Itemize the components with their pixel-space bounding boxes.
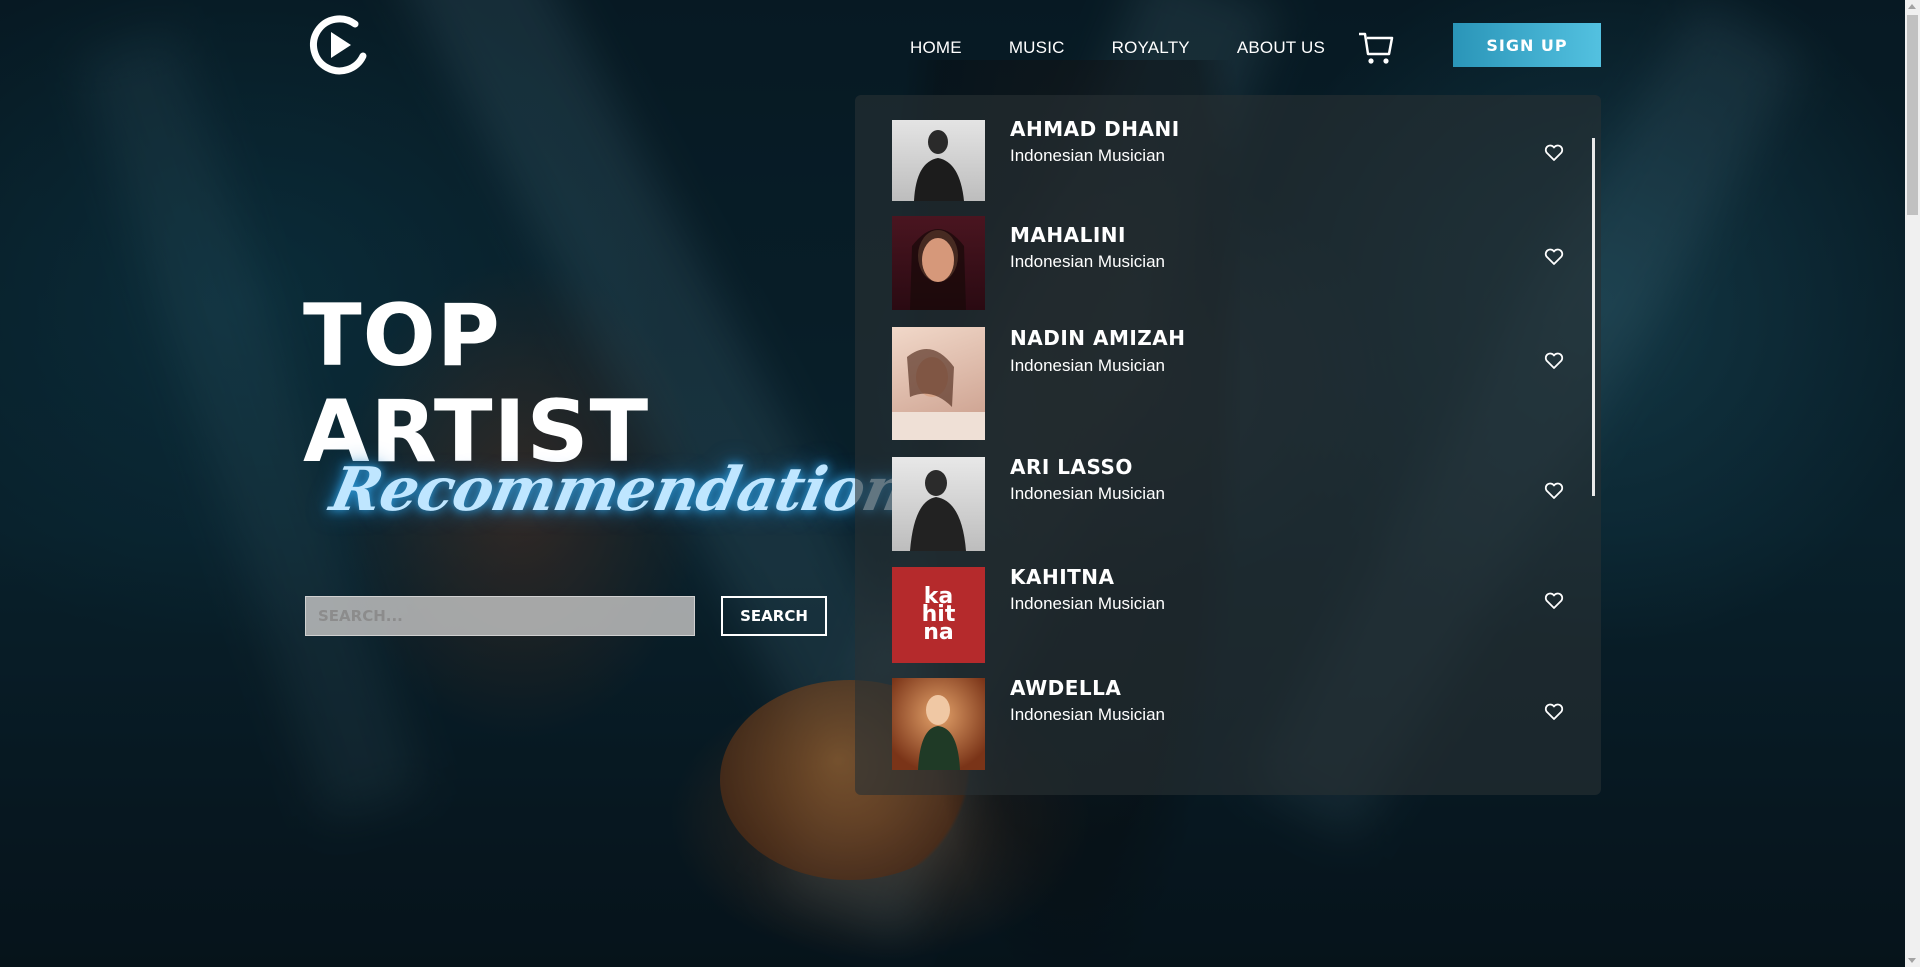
artist-name: KAHITNA [1010,565,1115,589]
artist-role: Indonesian Musician [1010,594,1165,613]
artist-role: Indonesian Musician [1010,146,1165,165]
artist-role: Indonesian Musician [1010,484,1165,503]
cart-icon[interactable] [1356,28,1396,68]
artist-list-scrollbar[interactable] [1592,138,1595,496]
search-button[interactable]: SEARCH [721,596,827,636]
artist-item[interactable]: AWDELLA Indonesian Musician [855,676,1601,770]
nav-about-us[interactable]: ABOUT US [1237,38,1325,58]
scroll-down-arrow-icon[interactable] [1908,958,1916,963]
artist-logo: ka hit na [892,567,985,663]
artist-photo [892,327,985,440]
artist-photo [892,678,985,770]
artist-name: NADIN AMIZAH [1010,326,1186,350]
nav-music[interactable]: MUSIC [1009,38,1065,58]
heart-icon[interactable] [1544,592,1566,612]
page-scrollbar-thumb[interactable] [1907,15,1918,215]
page-scrollbar[interactable] [1905,0,1920,967]
artist-photo [892,457,985,551]
search-input[interactable] [305,596,695,636]
heart-icon[interactable] [1544,352,1566,372]
artist-item[interactable]: MAHALINI Indonesian Musician [855,216,1601,310]
artist-photo [892,120,985,201]
heart-icon[interactable] [1544,144,1566,164]
hero-title-line1: TOP [303,286,501,386]
artist-role: Indonesian Musician [1010,356,1165,375]
nav-royalty[interactable]: ROYALTY [1112,38,1190,58]
heart-icon[interactable] [1544,703,1566,723]
artist-photo [892,216,985,310]
heart-icon[interactable] [1544,482,1566,502]
artist-item[interactable]: ka hit na KAHITNA Indonesian Musician [855,565,1601,663]
main-nav: HOME MUSIC ROYALTY ABOUT US [910,38,1372,58]
artist-role: Indonesian Musician [1010,252,1165,271]
artist-name: AWDELLA [1010,676,1122,700]
artist-list-panel[interactable]: AHMAD DHANI Indonesian Musician MAHALINI… [855,95,1601,795]
artist-item[interactable]: NADIN AMIZAH Indonesian Musician [855,326,1601,440]
artist-name: MAHALINI [1010,223,1126,247]
scroll-up-arrow-icon[interactable] [1908,4,1916,9]
nav-home[interactable]: HOME [910,38,962,58]
artist-name: ARI LASSO [1010,455,1133,479]
artist-role: Indonesian Musician [1010,705,1165,724]
hero-script-subtitle: Recommendation [324,455,914,525]
hero-title: TOP ARTIST [303,288,649,480]
kahitna-logo-text: ka hit na [921,584,956,645]
artist-item[interactable]: ARI LASSO Indonesian Musician [855,455,1601,551]
artist-name: AHMAD DHANI [1010,117,1180,141]
heart-icon[interactable] [1544,248,1566,268]
sign-up-button[interactable]: SIGN UP [1453,23,1601,67]
artist-item[interactable]: AHMAD DHANI Indonesian Musician [855,117,1601,202]
brand-logo-play-icon[interactable] [305,12,371,78]
